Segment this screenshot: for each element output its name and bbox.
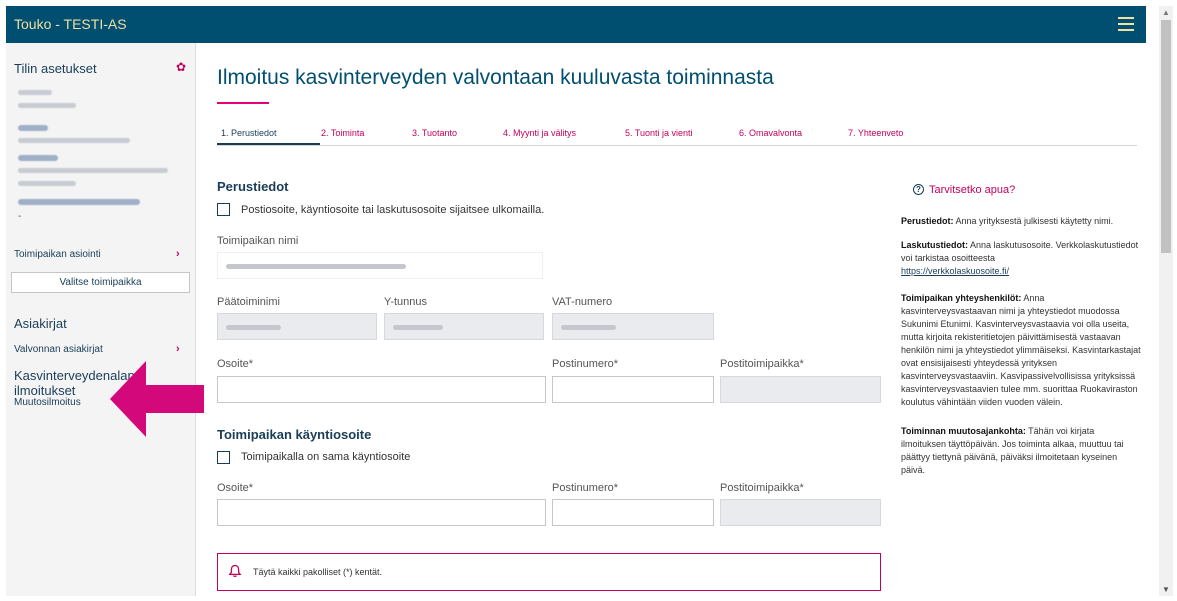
scrollbar-thumb[interactable] [1161, 20, 1171, 253]
tab-step-6[interactable]: 6. Omavalvonta [739, 128, 802, 138]
redacted-text [18, 138, 130, 143]
top-bar: Touko - TESTI-AS [6, 6, 1146, 43]
tab-step-2[interactable]: 2. Toiminta [321, 128, 364, 138]
redacted-text [18, 90, 52, 95]
scroll-up-icon[interactable]: ▲ [1162, 8, 1170, 17]
page-scrollbar[interactable]: ▲ ▼ [1159, 6, 1173, 596]
account-settings-heading[interactable]: Tilin asetukset [14, 61, 97, 76]
sidebar-dash: - [18, 211, 22, 222]
city-label: Postitoimipaikka* [720, 358, 804, 370]
same-address-checkbox[interactable] [217, 451, 230, 464]
postcode-input[interactable] [552, 376, 714, 403]
visit-city-label: Postitoimipaikka* [720, 482, 804, 494]
visit-postcode-input[interactable] [552, 499, 714, 526]
tab-step-4[interactable]: 4. Myynti ja välitys [503, 128, 576, 138]
page-title: Ilmoitus kasvinterveyden valvontaan kuul… [217, 66, 774, 89]
redacted-text [18, 199, 140, 205]
title-underline [217, 102, 269, 104]
billing-info-link[interactable]: https://verkkolaskuosoite.fi/ [901, 266, 1009, 276]
redacted-text [18, 125, 48, 131]
app-title[interactable]: Touko - TESTI-AS [14, 16, 127, 32]
help-billing: Laskutustiedot: Anna laskutusosoite. Ver… [901, 240, 1139, 276]
pointer-arrow-icon [110, 361, 204, 437]
abroad-address-checkbox[interactable] [217, 203, 230, 216]
visit-postcode-label: Postinumero* [552, 482, 619, 494]
tab-step-1[interactable]: 1. Perustiedot [221, 128, 277, 138]
chevron-right-icon[interactable]: › [176, 248, 180, 260]
address-label: Osoite* [217, 358, 254, 370]
main-name-field [217, 313, 377, 340]
sidebar: Tilin asetukset ✿ - Toimipaikan asiointi… [6, 43, 196, 596]
active-step-indicator [217, 143, 320, 145]
redacted-text [18, 181, 76, 186]
help-change-date: Toiminnan muutosajankohta: Tähän voi kir… [901, 426, 1124, 475]
sidebar-item-inspection-documents[interactable]: Valvonnan asiakirjat [14, 344, 103, 355]
tab-step-3[interactable]: 3. Tuotanto [412, 128, 457, 138]
city-field [720, 376, 881, 403]
redacted-text [226, 325, 281, 330]
postcode-label: Postinumero* [552, 358, 619, 370]
business-id-field [384, 313, 544, 340]
hamburger-menu-icon[interactable] [1118, 17, 1134, 31]
visit-address-input[interactable] [217, 499, 546, 526]
visit-city-field [720, 499, 881, 526]
sidebar-item-site-matters[interactable]: Toimipaikan asiointi [14, 249, 101, 260]
site-name-label: Toimipaikan nimi [217, 235, 299, 247]
redacted-text [18, 155, 58, 161]
vat-number-field [552, 313, 714, 340]
redacted-text [18, 103, 76, 108]
help-contacts: Toimipaikan yhteyshenkilöt: Anna kasvint… [901, 293, 1141, 407]
choose-site-button[interactable]: Valitse toimipaikka [11, 272, 190, 293]
redacted-text [226, 264, 406, 269]
sidebar-item-change-notification[interactable]: Muutosilmoitus [14, 397, 81, 408]
scroll-down-icon[interactable]: ▼ [1162, 585, 1170, 594]
required-fields-notice: Täytä kaikki pakolliset (*) kentät. [217, 553, 881, 591]
help-title[interactable]: Tarvitsetko apua? [913, 184, 1015, 196]
redacted-text [561, 325, 616, 330]
gear-icon[interactable]: ✿ [176, 61, 188, 73]
bell-icon [228, 564, 242, 577]
notice-message: Täytä kaikki pakolliset (*) kentät. [253, 567, 383, 577]
site-name-input[interactable] [217, 252, 543, 279]
documents-heading: Asiakirjat [14, 316, 67, 331]
abroad-address-label[interactable]: Postiosoite, käyntiosoite tai laskutusos… [241, 204, 544, 216]
basic-info-heading: Perustiedot [217, 179, 289, 194]
visit-address-label: Osoite* [217, 482, 254, 494]
chevron-right-icon[interactable]: › [176, 343, 180, 355]
tab-step-5[interactable]: 5. Tuonti ja vienti [625, 128, 693, 138]
visit-address-heading: Toimipaikan käyntiosoite [217, 427, 372, 442]
wizard-steps: 1. Perustiedot 2. Toiminta 3. Tuotanto 4… [217, 128, 1137, 146]
redacted-text [18, 168, 168, 173]
help-basic: Perustiedot: Anna yrityksestä julkisesti… [901, 216, 1114, 226]
redacted-text [393, 325, 443, 330]
tab-step-7[interactable]: 7. Yhteenveto [848, 128, 903, 138]
business-id-label: Y-tunnus [384, 296, 428, 308]
address-input[interactable] [217, 376, 546, 403]
same-address-label[interactable]: Toimipaikalla on sama käyntiosoite [241, 451, 410, 463]
main-name-label: Päätoiminimi [217, 296, 280, 308]
vat-number-label: VAT-numero [552, 296, 613, 308]
